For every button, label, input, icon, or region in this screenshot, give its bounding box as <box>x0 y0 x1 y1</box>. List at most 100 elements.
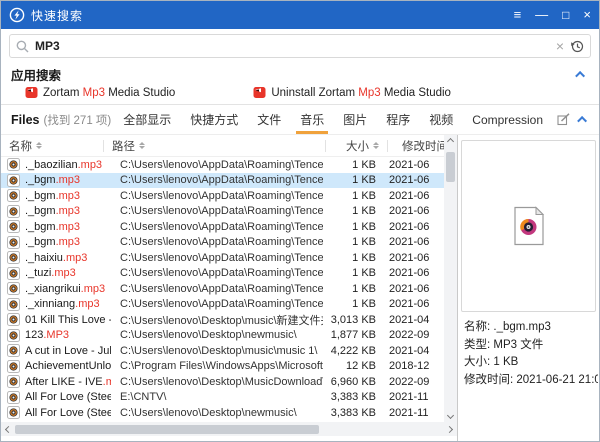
clear-search-icon[interactable]: × <box>556 39 564 53</box>
column-header-size[interactable]: 大小 <box>326 138 379 154</box>
collapse-files-icon[interactable] <box>577 116 587 126</box>
app-window: 快速搜索 ≡ — □ × × <box>0 0 600 442</box>
maximize-button[interactable]: □ <box>562 1 569 29</box>
files-tab-6[interactable]: 视频 <box>429 105 453 135</box>
file-date: 2021-06 <box>389 174 434 186</box>
files-tab-5[interactable]: 程序 <box>386 105 410 135</box>
file-size: 1 KB <box>323 267 376 279</box>
files-tab-0[interactable]: 全部显示 <box>123 105 171 135</box>
file-row[interactable]: ._bgm.mp3C:\Users\lenovo\AppData\Roaming… <box>1 188 444 204</box>
file-date: 2022-09 <box>389 329 434 341</box>
files-tab-1[interactable]: 快捷方式 <box>190 105 238 135</box>
column-header-name[interactable]: 名称 <box>1 138 103 154</box>
file-date: 2021-06 <box>389 221 434 233</box>
file-name: ._bgm.mp3 <box>25 221 111 233</box>
file-date: 2021-04 <box>389 314 434 326</box>
file-name: 01 Kill This Love - BLAC... <box>25 314 111 326</box>
file-row[interactable]: ._bgm.mp3C:\Users\lenovo\AppData\Roaming… <box>1 204 444 220</box>
scroll-left-icon[interactable] <box>5 425 12 432</box>
edit-filters-icon[interactable] <box>557 113 570 126</box>
audio-file-icon <box>7 236 20 249</box>
file-row[interactable]: ._baozilian.mp3C:\Users\lenovo\AppData\R… <box>1 157 444 173</box>
file-name: AchievementUnlocked.... <box>25 360 111 372</box>
audio-file-icon <box>7 205 20 218</box>
file-name: ._tuzi.mp3 <box>25 267 111 279</box>
file-date: 2021-06 <box>389 298 434 310</box>
file-size: 3,383 KB <box>323 407 376 419</box>
file-date: 2021-11 <box>389 407 434 419</box>
file-detail-line: 修改时间: 2021-06-21 21:01 <box>464 372 598 390</box>
audio-file-icon <box>7 251 20 264</box>
audio-file-icon <box>7 189 20 202</box>
file-path: C:\Users\lenovo\Desktop\MusicDownload\ <box>111 376 323 388</box>
file-row[interactable]: ._tuzi.mp3C:\Users\lenovo\AppData\Roamin… <box>1 266 444 282</box>
app-search-item[interactable]: Zortam Mp3 Media Studio <box>25 86 175 99</box>
file-name: 123.MP3 <box>25 329 111 341</box>
audio-file-icon <box>7 360 20 373</box>
file-row[interactable]: ._haixiu.mp3C:\Users\lenovo\AppData\Roam… <box>1 250 444 266</box>
files-tabs: 全部显示快捷方式文件音乐图片程序视频 Compression <box>123 105 543 135</box>
file-name: ._xinniang.mp3 <box>25 298 111 310</box>
app-search-title: 应用搜索 <box>11 65 61 84</box>
horizontal-scroll-thumb[interactable] <box>15 425 319 434</box>
audio-file-icon <box>7 282 20 295</box>
files-tab-4[interactable]: 图片 <box>343 105 367 135</box>
scroll-down-icon[interactable] <box>447 412 454 419</box>
files-count: (找到 271 项) <box>44 115 112 127</box>
file-row[interactable]: A cut in Love - July.mp3C:\Users\lenovo\… <box>1 343 444 359</box>
audio-file-icon <box>7 298 20 311</box>
horizontal-scrollbar[interactable] <box>1 422 457 436</box>
vertical-scrollbar[interactable] <box>444 135 457 422</box>
file-row[interactable]: All For Love (Steerner ...C:\Users\lenov… <box>1 405 444 421</box>
files-tab-3[interactable]: 音乐 <box>300 105 324 135</box>
scroll-up-icon[interactable] <box>447 138 454 145</box>
file-size: 1 KB <box>323 221 376 233</box>
file-row[interactable]: All For Love (Steerner ...E:\CNTV\3,383 … <box>1 390 444 406</box>
file-path: C:\Users\lenovo\AppData\Roaming\Tencent\… <box>111 190 323 202</box>
column-header-path[interactable]: 路径 <box>104 138 325 154</box>
file-name: ._baozilian.mp3 <box>25 159 111 171</box>
file-row[interactable]: ._xiangrikui.mp3C:\Users\lenovo\AppData\… <box>1 281 444 297</box>
file-date: 2021-06 <box>389 205 434 217</box>
preview-image-box <box>461 140 596 312</box>
close-button[interactable]: × <box>583 1 591 29</box>
audio-file-icon <box>7 375 20 388</box>
app-items: Zortam Mp3 Media Studio Uninstall Zortam … <box>1 83 599 99</box>
files-header: Files(找到 271 项) 全部显示快捷方式文件音乐图片程序视频Compre… <box>1 105 599 135</box>
file-rows: ._baozilian.mp3 C:\Users\lenovo\AppData\R… <box>1 157 444 421</box>
file-size: 1,877 KB <box>323 329 376 341</box>
files-tab-7[interactable]: Compression <box>472 105 543 135</box>
file-name: ._xiangrikui.mp3 <box>25 283 111 295</box>
menu-button[interactable]: ≡ <box>514 1 522 29</box>
audio-file-icon <box>7 174 20 187</box>
file-row[interactable]: ._bgm.mp3C:\Users\lenovo\AppData\Roaming… <box>1 219 444 235</box>
audio-file-icon <box>7 220 20 233</box>
search-box[interactable]: × <box>9 34 591 58</box>
audio-file-icon <box>7 406 20 419</box>
file-name: All For Love (Steerner ... <box>25 407 111 419</box>
sort-icon <box>36 142 42 149</box>
search-history-icon[interactable] <box>570 39 584 53</box>
file-row[interactable]: AchievementUnlocked....C:\Program Files\… <box>1 359 444 375</box>
file-date: 2021-06 <box>389 252 434 264</box>
collapse-app-search-icon[interactable] <box>575 70 585 80</box>
file-row[interactable]: 123.MP3C:\Users\lenovo\Desktop\newmusic\… <box>1 328 444 344</box>
file-date: 2021-06 <box>389 267 434 279</box>
minimize-button[interactable]: — <box>535 1 548 29</box>
search-input[interactable] <box>35 39 556 53</box>
files-table: 名称 路径 大小 修改时间 ._baozilian.mp3C:\Users\le… <box>1 135 457 442</box>
file-row[interactable]: ._xinniang.mp3C:\Users\lenovo\AppData\Ro… <box>1 297 444 313</box>
file-row[interactable]: ._bgm.mp3C:\Users\lenovo\AppData\Roaming… <box>1 235 444 251</box>
file-path: C:\Users\lenovo\Desktop\music\music 1\ <box>111 345 323 357</box>
app-search-item[interactable]: Uninstall Zortam Mp3 Media Studio <box>253 86 451 99</box>
file-row[interactable]: After LIKE - IVE.mp3C:\Users\lenovo\Desk… <box>1 374 444 390</box>
file-path: C:\Users\lenovo\AppData\Roaming\Tencent\… <box>111 283 323 295</box>
scroll-right-icon[interactable] <box>446 425 453 432</box>
file-path: C:\Users\lenovo\AppData\Roaming\Tencent\… <box>111 298 323 310</box>
file-name: A cut in Love - July.mp3 <box>25 345 111 357</box>
zortam-app-icon <box>253 86 266 99</box>
file-row[interactable]: 01 Kill This Love - BLAC...C:\Users\leno… <box>1 312 444 328</box>
vertical-scroll-thumb[interactable] <box>446 152 455 182</box>
file-row[interactable]: ._bgm.mp3C:\Users\lenovo\AppData\Roaming… <box>1 173 444 189</box>
files-tab-2[interactable]: 文件 <box>257 105 281 135</box>
